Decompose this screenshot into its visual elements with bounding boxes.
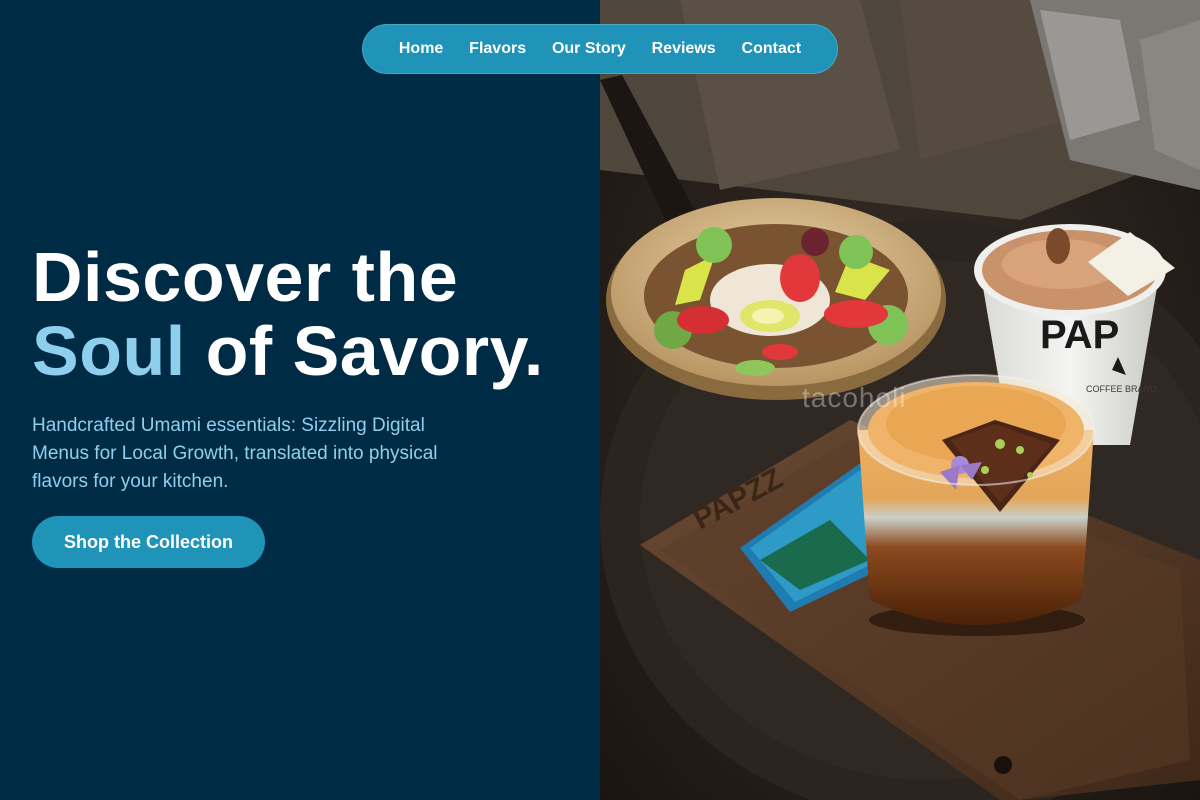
hero-photo: PAPZZ PAP COFFEE BRAND tacoholi: [600, 0, 1200, 800]
nav-reviews[interactable]: Reviews: [652, 40, 716, 58]
hero-title: Discover the Soul of Savory.: [32, 240, 592, 388]
nav-contact[interactable]: Contact: [742, 40, 802, 58]
hero-title-accent: Soul: [32, 312, 186, 390]
nav-flavors[interactable]: Flavors: [469, 40, 526, 58]
nav-home[interactable]: Home: [399, 40, 443, 58]
hero-title-line1: Discover the: [32, 238, 459, 316]
hero-subtitle: Handcrafted Umami essentials: Sizzling D…: [32, 415, 438, 492]
shop-collection-button[interactable]: Shop the Collection: [32, 516, 265, 568]
watermark-text: tacoholi: [802, 382, 907, 413]
nav-our-story[interactable]: Our Story: [552, 40, 626, 58]
cup-caption: COFFEE BRAND: [1086, 384, 1157, 394]
hero-panel: [0, 0, 600, 800]
main-navigation: Home Flavors Our Story Reviews Contact: [362, 24, 838, 74]
cup-brand: PAP: [1040, 313, 1119, 357]
hero-title-line2: of Savory.: [185, 312, 544, 390]
